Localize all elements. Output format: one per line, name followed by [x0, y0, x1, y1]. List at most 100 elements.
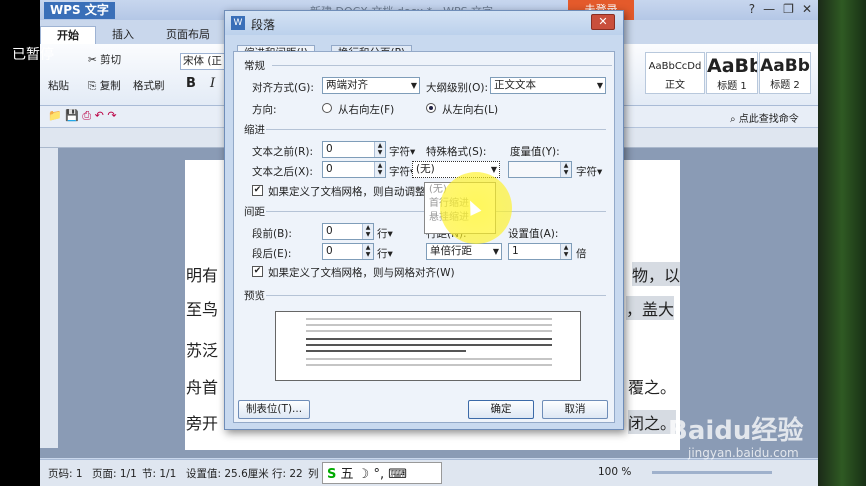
ltr-label: 从左向右(L)	[442, 104, 499, 116]
space-before-value: 0	[326, 225, 333, 237]
status-row: 行: 22	[272, 468, 303, 480]
chevron-down-icon: ▼	[596, 81, 603, 90]
status-bar: 页码: 1 页面: 1/1 节: 1/1 设置值: 25.6厘米 行: 22 列…	[40, 459, 818, 486]
divider	[266, 129, 606, 130]
measure-input[interactable]: ▲ ▼	[508, 161, 572, 178]
style-heading-1[interactable]: AaBb 标题 1	[706, 52, 758, 94]
special-label: 特殊格式(S):	[426, 146, 487, 158]
doc-line-left: 至鸟	[186, 300, 219, 319]
minimize-icon[interactable]: —	[763, 2, 775, 16]
doc-line-left: 旁开	[186, 414, 219, 433]
status-col: 列	[308, 468, 319, 480]
paste-button[interactable]: 粘贴	[48, 78, 69, 93]
spinner-icon[interactable]: ▲ ▼	[362, 224, 373, 239]
italic-button[interactable]: I	[210, 76, 215, 91]
spinner-icon[interactable]: ▲ ▼	[374, 162, 385, 177]
set-value-label: 设置值(A):	[508, 228, 559, 240]
direction-label: 方向:	[252, 104, 277, 116]
window-controls: ? — ❐ ✕	[749, 2, 812, 16]
section-header: 间距	[244, 206, 265, 218]
divider	[266, 295, 606, 296]
doc-line-left: 舟首	[186, 378, 219, 397]
space-before-input[interactable]: 0 ▲ ▼	[322, 223, 374, 240]
wps-logo-icon: W	[231, 16, 245, 30]
cut-button[interactable]: ✂ 剪切	[88, 52, 121, 67]
doc-line-right: 物，以	[632, 262, 681, 286]
preview-line	[306, 350, 466, 352]
space-before-unit[interactable]: 行▾	[377, 226, 393, 241]
close-icon: ✕	[598, 15, 608, 28]
copy-label: 复制	[99, 80, 121, 92]
spinner-icon[interactable]: ▲ ▼	[560, 244, 571, 259]
style-normal[interactable]: AaBbCcDd 正文	[645, 52, 705, 94]
search-command[interactable]: ⌕ 点此查找命令	[730, 110, 799, 125]
measure-unit[interactable]: 字符▾	[576, 164, 602, 179]
space-after-unit[interactable]: 行▾	[377, 246, 393, 261]
dialog-titlebar: W 段落 ✕	[225, 11, 623, 35]
copy-button[interactable]: ⎘ 复制	[88, 78, 121, 93]
section-header: 缩进	[244, 124, 265, 136]
ime-mode: 五	[340, 467, 354, 482]
style-sample: AaBb	[707, 55, 758, 77]
preview-line	[306, 358, 552, 360]
spinner-icon[interactable]: ▲ ▼	[362, 244, 373, 259]
tab-home[interactable]: 开始	[40, 26, 96, 44]
align-select[interactable]: 两端对齐 ▼	[322, 77, 420, 94]
status-setting: 设置值: 25.6厘米	[186, 468, 269, 480]
outline-select[interactable]: 正文文本 ▼	[490, 77, 606, 94]
doc-line-left: 明有	[186, 266, 219, 285]
style-name: 正文	[665, 80, 685, 91]
cancel-button[interactable]: 取消	[542, 400, 608, 419]
close-icon[interactable]: ✕	[802, 2, 812, 16]
indent-grid-checkbox[interactable]: ✔	[252, 185, 263, 196]
ltr-radio[interactable]	[426, 103, 436, 113]
font-name-select[interactable]: 宋体 (正	[180, 53, 226, 70]
line-spacing-select[interactable]: 单倍行距 ▼	[426, 243, 502, 260]
unit-label: 行	[377, 228, 388, 240]
help-icon[interactable]: ?	[749, 2, 755, 16]
outline-label: 大纲级别(O):	[426, 82, 488, 94]
style-heading-2[interactable]: AaBb 标题 2	[759, 52, 811, 94]
section-header: 预览	[244, 290, 265, 302]
set-value-value: 1	[512, 245, 519, 257]
indent-before-label: 文本之前(R):	[252, 146, 314, 158]
format-painter-button[interactable]: 格式刷	[133, 78, 165, 93]
zoom-level: 100 %	[598, 466, 632, 478]
align-label: 对齐方式(G):	[252, 82, 314, 94]
dialog-close-button[interactable]: ✕	[591, 14, 615, 30]
set-value-input[interactable]: 1 ▲ ▼	[508, 243, 572, 260]
space-after-label: 段后(E):	[252, 248, 292, 260]
spacing-grid-label: 如果定义了文档网格，则与网格对齐(W)	[268, 267, 455, 279]
space-before-label: 段前(B):	[252, 228, 292, 240]
indent-after-input[interactable]: 0 ▲ ▼	[322, 161, 386, 178]
indent-unit[interactable]: 字符▾	[389, 144, 415, 159]
spinner-icon[interactable]: ▲ ▼	[560, 162, 571, 177]
restore-icon[interactable]: ❐	[783, 2, 794, 16]
measure-label: 度量值(Y):	[510, 146, 560, 158]
desktop-background	[818, 0, 866, 486]
preview-line	[306, 324, 552, 326]
zoom-slider[interactable]	[652, 471, 772, 474]
section-preview: 预览	[244, 288, 606, 303]
quick-icons: 📁 💾 ⎙ ↶ ↷	[48, 109, 117, 122]
tab-insert[interactable]: 插入	[96, 26, 150, 44]
preview-line	[306, 318, 552, 320]
bold-button[interactable]: B	[186, 76, 196, 91]
app-menu-button[interactable]: WPS 文字	[44, 2, 115, 19]
ok-button[interactable]: 确定	[468, 400, 534, 419]
status-page: 页码: 1	[48, 468, 83, 480]
rtl-radio[interactable]	[322, 103, 332, 113]
indent-before-input[interactable]: 0 ▲ ▼	[322, 141, 386, 158]
spacing-grid-checkbox[interactable]: ✔	[252, 266, 263, 277]
tab-page-layout[interactable]: 页面布局	[150, 26, 226, 44]
ime-toolbar[interactable]: S 五 ☽ °, ⌨	[322, 462, 442, 484]
align-value: 两端对齐	[326, 79, 368, 91]
line-spacing-value: 单倍行距	[430, 245, 472, 257]
vertical-ruler	[40, 148, 58, 448]
spinner-icon[interactable]: ▲ ▼	[374, 142, 385, 157]
tab-stops-button[interactable]: 制表位(T)...	[238, 400, 310, 419]
space-after-input[interactable]: 0 ▲ ▼	[322, 243, 374, 260]
space-after-value: 0	[326, 245, 333, 257]
unit-label: 字符	[389, 166, 410, 178]
chevron-down-icon: ▼	[492, 247, 499, 256]
